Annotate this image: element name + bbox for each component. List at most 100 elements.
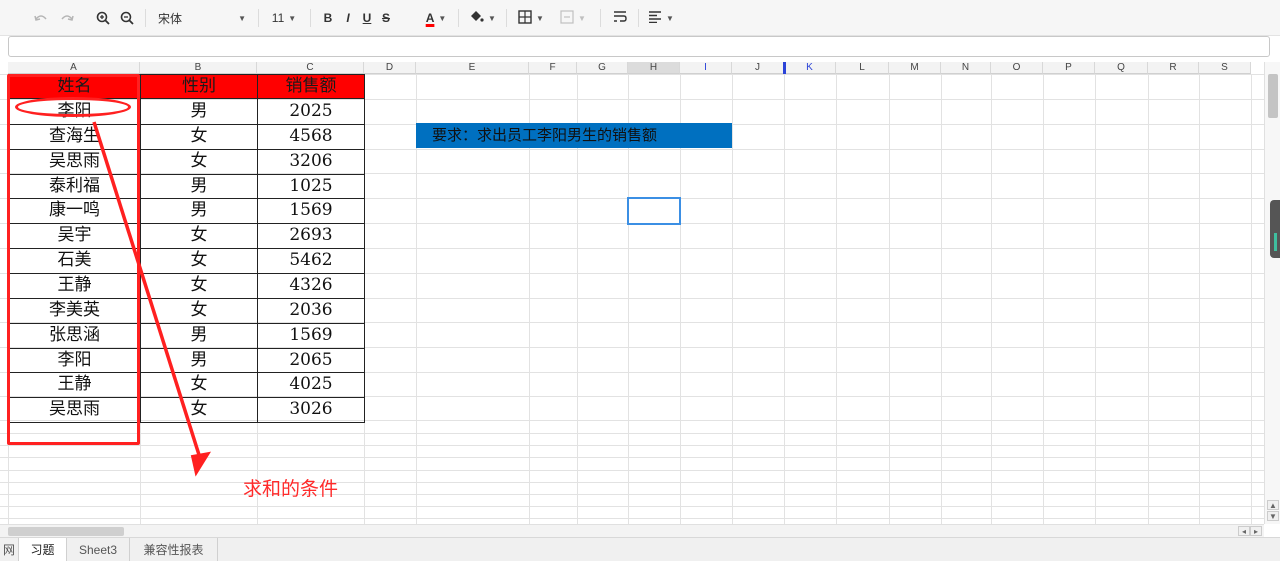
gender-cell[interactable]: 女 [140, 149, 258, 174]
redo-icon[interactable] [58, 6, 76, 30]
active-cell-selection[interactable] [627, 197, 681, 225]
column-header-m[interactable]: M [889, 62, 941, 74]
column-header-i[interactable]: I [680, 62, 732, 74]
align-button[interactable]: ▼ [644, 6, 678, 30]
sales-cell[interactable]: 2693 [257, 223, 365, 248]
column-header-p[interactable]: P [1043, 62, 1095, 74]
gender-cell[interactable]: 女 [140, 397, 258, 422]
sales-cell[interactable]: 2036 [257, 298, 365, 323]
scroll-right-button[interactable]: ▸ [1250, 526, 1262, 536]
gender-cell[interactable]: 男 [140, 348, 258, 373]
column-header-e[interactable]: E [416, 62, 529, 74]
sales-cell[interactable]: 1025 [257, 174, 365, 199]
merge-cells-button[interactable]: ▼ [556, 6, 590, 30]
gender-cell[interactable]: 女 [140, 124, 258, 149]
column-header-q[interactable]: Q [1095, 62, 1148, 74]
sheet-tab-partial[interactable]: 网 [0, 538, 19, 561]
column-header-k[interactable]: K [784, 62, 836, 74]
column-header-f[interactable]: F [529, 62, 577, 74]
font-size-select[interactable]: 11 ▼ [264, 6, 304, 30]
sales-cell[interactable]: 5462 [257, 248, 365, 273]
undo-icon[interactable] [32, 6, 50, 30]
font-family-select[interactable]: 宋体 ▼ [152, 6, 252, 30]
sales-cell[interactable]: 3206 [257, 149, 365, 174]
toolbar-divider [458, 9, 459, 27]
border-icon [518, 9, 532, 27]
italic-button[interactable]: I [340, 6, 356, 30]
chevron-down-icon: ▼ [288, 13, 297, 23]
table-column-border [364, 99, 365, 423]
vertical-scroll-thumb[interactable] [1268, 74, 1278, 118]
sales-cell[interactable]: 4568 [257, 124, 365, 149]
vertical-scrollbar[interactable] [1264, 62, 1280, 524]
gender-cell[interactable]: 女 [140, 273, 258, 298]
scroll-left-button[interactable]: ◂ [1238, 526, 1250, 536]
bold-button[interactable]: B [320, 6, 336, 30]
grid-row-line [0, 457, 1264, 458]
gender-cell[interactable]: 男 [140, 99, 258, 124]
sheet-tab-compat-report[interactable]: 兼容性报表 [130, 538, 218, 561]
gender-cell[interactable]: 女 [140, 298, 258, 323]
gender-cell[interactable]: 女 [140, 372, 258, 397]
sheet-tab-sheet3[interactable]: Sheet3 [67, 538, 130, 561]
underline-button[interactable]: U [359, 6, 375, 30]
handle-indicator [1274, 233, 1277, 251]
formula-bar-input[interactable] [8, 36, 1270, 57]
sales-cell[interactable]: 1569 [257, 198, 365, 223]
table-column-border [140, 99, 141, 423]
wrap-text-button[interactable] [610, 6, 630, 30]
strikethrough-button[interactable]: S [378, 6, 394, 30]
gender-cell[interactable]: 男 [140, 198, 258, 223]
horizontal-scroll-thumb[interactable] [8, 527, 124, 536]
font-color-button[interactable]: A ▼ [418, 6, 454, 30]
borders-button[interactable]: ▼ [514, 6, 548, 30]
paint-bucket-icon [468, 10, 484, 27]
header-cell-sales[interactable]: 销售额 [257, 74, 365, 99]
column-header-j[interactable]: J [732, 62, 784, 74]
column-header-o[interactable]: O [991, 62, 1043, 74]
sales-cell[interactable]: 2065 [257, 348, 365, 373]
grid-row-line [0, 506, 1264, 507]
column-header-s[interactable]: S [1199, 62, 1251, 74]
column-header-a[interactable]: A [8, 62, 140, 74]
toolbar-divider [310, 9, 311, 27]
zoom-out-icon[interactable] [118, 6, 136, 30]
gender-cell[interactable]: 男 [140, 174, 258, 199]
grid-row-line [0, 518, 1264, 519]
font-color-letter: A [425, 11, 435, 25]
sales-cell[interactable]: 4326 [257, 273, 365, 298]
column-header-l[interactable]: L [836, 62, 889, 74]
column-header-b[interactable]: B [140, 62, 257, 74]
horizontal-scrollbar[interactable] [0, 524, 1264, 537]
merge-cells-icon [560, 9, 574, 27]
sales-cell[interactable]: 4025 [257, 372, 365, 397]
fill-color-button[interactable]: ▼ [464, 6, 500, 30]
scroll-up-button[interactable]: ▲ [1267, 500, 1279, 510]
sales-cell[interactable]: 3026 [257, 397, 365, 422]
column-header-d[interactable]: D [364, 62, 416, 74]
column-header-c[interactable]: C [257, 62, 364, 74]
sales-cell[interactable]: 2025 [257, 99, 365, 124]
gender-cell[interactable]: 女 [140, 248, 258, 273]
toolbar-divider [145, 9, 146, 27]
side-panel-handle[interactable] [1270, 200, 1280, 258]
grid-row-line [0, 494, 1264, 495]
chevron-down-icon: ▼ [438, 13, 447, 23]
spreadsheet-grid[interactable]: ABCDEFGHIJKLMNOPQRS 姓名 性别 销售额 李阳男 2025 查海生… [0, 62, 1264, 524]
table-column-border [257, 99, 258, 423]
sales-cell[interactable]: 1569 [257, 323, 365, 348]
grid-row-line [0, 433, 1264, 434]
requirement-note[interactable]: 要求：求出员工李阳男生的销售额 [416, 123, 732, 148]
gender-cell[interactable]: 男 [140, 323, 258, 348]
column-header-g[interactable]: G [577, 62, 628, 74]
gender-cell[interactable]: 女 [140, 223, 258, 248]
column-header-r[interactable]: R [1148, 62, 1199, 74]
grid-row-line [0, 482, 1264, 483]
column-header-n[interactable]: N [941, 62, 991, 74]
zoom-in-icon[interactable] [94, 6, 112, 30]
header-cell-gender[interactable]: 性别 [140, 74, 258, 99]
sheet-tab-exercise[interactable]: 习题 [19, 538, 67, 561]
scroll-down-button[interactable]: ▼ [1267, 511, 1279, 521]
column-header-h[interactable]: H [628, 62, 680, 74]
chevron-down-icon: ▼ [536, 13, 544, 23]
